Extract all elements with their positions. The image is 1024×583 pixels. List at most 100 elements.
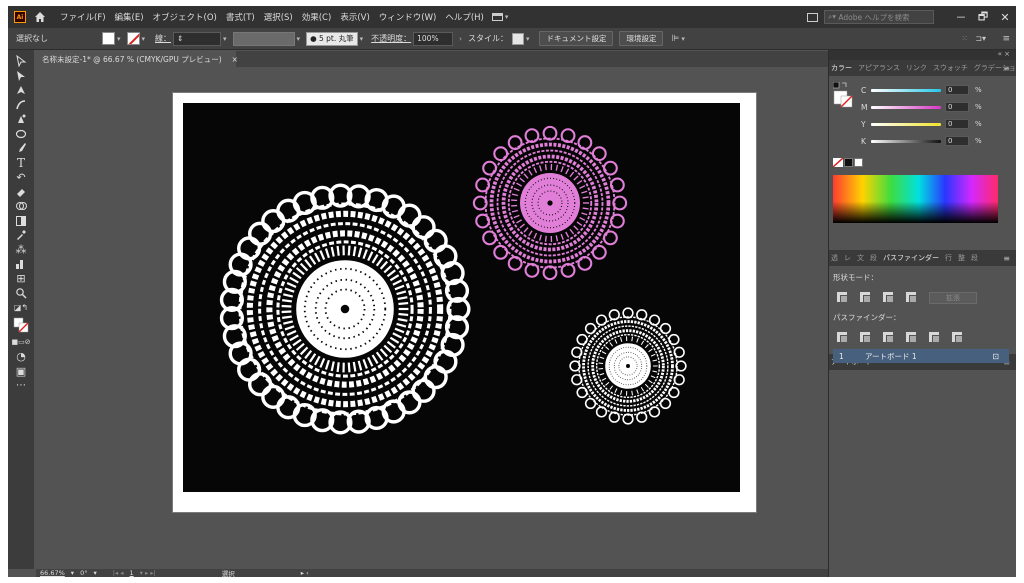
brush-definition[interactable]: ● 5 pt. 丸筆 xyxy=(306,31,358,46)
tab-links[interactable]: リンク xyxy=(906,63,927,73)
fill-swatch[interactable] xyxy=(102,32,115,45)
artboard-options-icon[interactable]: ⊡ xyxy=(992,352,999,361)
screen-mode-icon[interactable]: ▣ xyxy=(13,364,29,379)
black-slider[interactable] xyxy=(871,139,941,143)
large-white-doily[interactable] xyxy=(219,183,471,435)
selection-tool-icon[interactable] xyxy=(13,54,29,69)
artboard-nav-prev-icons[interactable]: |◂ ◂ xyxy=(113,569,124,577)
profile-dropdown-icon[interactable]: ▾ xyxy=(297,35,301,43)
yellow-slider[interactable] xyxy=(871,122,941,126)
more-tools-icon[interactable]: ⋯ xyxy=(13,379,29,394)
minimize-button[interactable]: － xyxy=(950,9,972,25)
direct-selection-tool-icon[interactable] xyxy=(13,69,29,84)
arrange-dropdown-icon[interactable]: ▾ xyxy=(681,35,685,43)
trim-icon[interactable] xyxy=(860,332,871,343)
menu-view[interactable]: 表示(V) xyxy=(340,11,369,23)
stroke-dropdown-icon[interactable]: ▾ xyxy=(142,35,146,43)
color-spectrum[interactable] xyxy=(833,175,998,223)
merge-icon[interactable] xyxy=(883,332,894,343)
black-value-field[interactable]: 0 xyxy=(945,136,969,146)
gradient-tool-icon[interactable] xyxy=(13,214,29,229)
tab-pathfinder[interactable]: パスファインダー xyxy=(883,253,939,263)
cyan-value-field[interactable]: 0 xyxy=(945,85,969,95)
magenta-slider[interactable] xyxy=(871,105,941,109)
divide-icon[interactable] xyxy=(837,332,848,343)
tab-color[interactable]: カラー xyxy=(831,63,852,73)
arrange-icon[interactable]: ⊫ xyxy=(671,34,679,44)
tab-layers[interactable]: レ xyxy=(844,253,851,263)
artboard-nav-next-icons[interactable]: ▾ ▸ ▸| xyxy=(140,569,156,577)
unite-icon[interactable] xyxy=(837,292,848,303)
transform-icon[interactable]: ⊐▾ xyxy=(975,34,986,43)
fill-dropdown-icon[interactable]: ▾ xyxy=(117,35,121,43)
opacity-label[interactable]: 不透明度： xyxy=(371,33,411,44)
tab-align[interactable]: 整 xyxy=(958,253,965,263)
tab-paragraph-styles[interactable]: 段 xyxy=(971,253,978,263)
stroke-weight-dropdown-icon[interactable]: ▾ xyxy=(223,35,227,43)
align-icon[interactable]: ⁙ xyxy=(961,34,968,43)
tab-stroke[interactable]: 行 xyxy=(945,253,952,263)
symbol-sprayer-tool-icon[interactable]: ⁂ xyxy=(13,243,29,258)
draw-mode-icon[interactable]: ◔ xyxy=(13,350,29,365)
canvas-area[interactable] xyxy=(36,67,828,569)
color-panel-menu-icon[interactable]: ≡ xyxy=(1003,64,1010,73)
exclude-icon[interactable] xyxy=(906,292,917,303)
document-tab[interactable]: 名称未設定-1* @ 66.67 % (CMYK/GPU プレビュー) × xyxy=(36,51,238,67)
small-white-doily[interactable] xyxy=(569,307,687,425)
color-mode-icons[interactable]: ■▭⊘ xyxy=(11,335,30,350)
opacity-field[interactable]: 100% xyxy=(413,31,454,46)
menu-effect[interactable]: 効果(C) xyxy=(302,11,332,23)
workspace-switcher-icon[interactable] xyxy=(491,13,503,21)
yellow-value-field[interactable]: 0 xyxy=(945,119,969,129)
artboard-list-row[interactable]: 1 アートボード 1 ⊡ xyxy=(833,349,1009,363)
stroke-weight-label[interactable]: 線： xyxy=(155,33,171,44)
close-button[interactable]: ✕ xyxy=(994,11,1016,24)
tab-character[interactable]: 文 xyxy=(857,253,864,263)
default-colors-icon[interactable]: ◪↰ xyxy=(13,301,29,316)
graph-tool-icon[interactable] xyxy=(13,257,29,272)
rotation-dropdown-icon[interactable]: ▾ xyxy=(93,569,96,577)
tab-appearance[interactable]: アピアランス xyxy=(858,63,900,73)
document-setup-button[interactable]: ドキュメント設定 xyxy=(539,31,614,46)
preferences-button[interactable]: 環境設定 xyxy=(619,31,664,46)
artboard-tool-icon[interactable]: ⊞ xyxy=(13,272,29,287)
panel-menu-icon[interactable]: ≡ xyxy=(1002,34,1010,44)
menu-type[interactable]: 書式(T) xyxy=(226,11,255,23)
outline-icon[interactable] xyxy=(929,332,940,343)
stroke-weight-field[interactable]: ⇕ xyxy=(173,31,222,46)
variable-width-profile[interactable] xyxy=(232,31,295,46)
zoom-dropdown-icon[interactable]: ▾ xyxy=(71,569,74,577)
eraser-tool-icon[interactable] xyxy=(13,185,29,200)
expand-button[interactable]: 拡張 xyxy=(929,292,977,304)
fill-stroke-proxy-icon[interactable] xyxy=(833,82,857,108)
graphic-style-swatch[interactable] xyxy=(511,32,524,45)
style-dropdown-icon[interactable]: ▾ xyxy=(526,35,530,43)
curvature-tool-icon[interactable] xyxy=(13,98,29,113)
arrange-documents-icon[interactable] xyxy=(807,12,818,22)
intersect-icon[interactable] xyxy=(883,292,894,303)
status-arrows-icon[interactable]: ▸ ‹ xyxy=(301,569,309,577)
home-icon[interactable] xyxy=(34,11,46,23)
none-swatch-icon[interactable] xyxy=(833,158,843,167)
menu-help[interactable]: ヘルプ(H) xyxy=(445,11,484,23)
paintbrush-tool-icon[interactable] xyxy=(13,141,29,156)
ellipse-tool-icon[interactable] xyxy=(13,127,29,142)
menu-select[interactable]: 選択(S) xyxy=(264,11,293,23)
type-tool-icon[interactable]: T xyxy=(13,156,29,171)
shape-builder-tool-icon[interactable] xyxy=(13,199,29,214)
rotate-tool-icon[interactable]: ↶ xyxy=(13,170,29,185)
chevron-down-icon[interactable]: ▾ xyxy=(505,13,509,21)
black-swatch[interactable] xyxy=(844,158,853,167)
pink-doily[interactable] xyxy=(472,125,628,281)
collapse-dock-icon[interactable]: « × xyxy=(998,50,1010,58)
magenta-value-field[interactable]: 0 xyxy=(945,102,969,112)
brush-dropdown-icon[interactable]: ▾ xyxy=(360,35,364,43)
eyedropper-tool-icon[interactable] xyxy=(13,228,29,243)
artboard-number[interactable]: 1 xyxy=(130,569,134,577)
menu-window[interactable]: ウィンドウ(W) xyxy=(379,11,437,23)
pathfinder-panel-menu-icon[interactable]: ≡ xyxy=(1003,254,1010,263)
tab-paragraph[interactable]: 段 xyxy=(870,253,877,263)
menu-edit[interactable]: 編集(E) xyxy=(115,11,144,23)
anchor-point-tool-icon[interactable] xyxy=(13,112,29,127)
close-tab-icon[interactable]: × xyxy=(232,55,238,64)
